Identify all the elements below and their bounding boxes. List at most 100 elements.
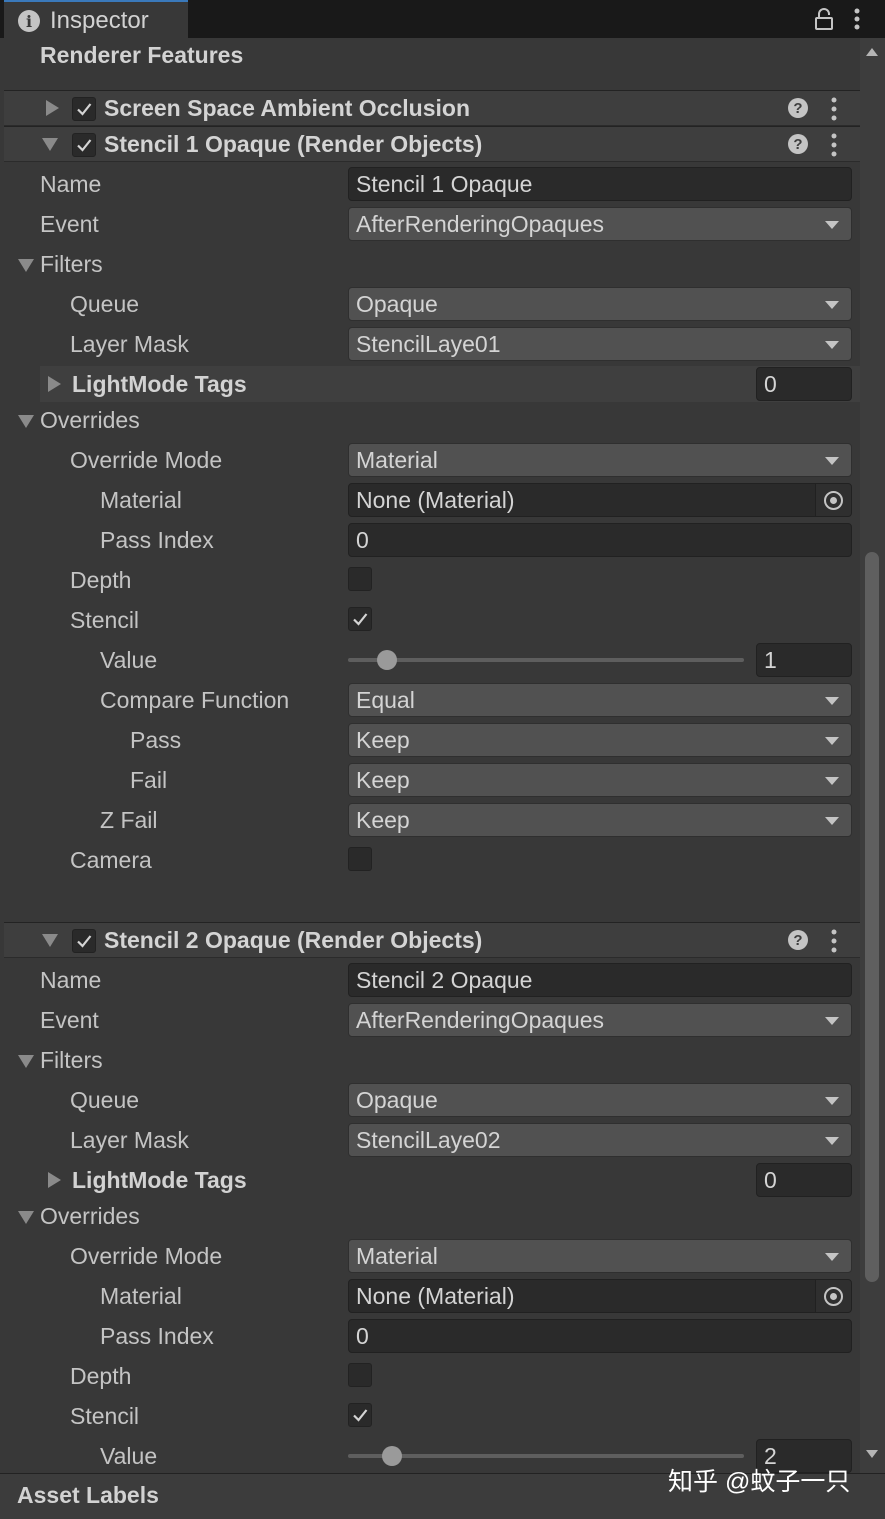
material-object-value: None (Material) [356, 1283, 515, 1310]
feature-header-stencil2[interactable]: Stencil 2 Opaque (Render Objects) ? [4, 922, 860, 958]
value-field[interactable]: 1 [756, 643, 852, 677]
pass-dropdown[interactable]: Keep [348, 723, 852, 757]
override-mode-dropdown[interactable]: Material [348, 1239, 852, 1273]
asset-labels-label: Asset Labels [17, 1482, 159, 1509]
value-slider-track[interactable] [348, 1454, 744, 1458]
filters-foldout-icon[interactable] [18, 259, 34, 272]
dropdown-arrow-icon [825, 301, 839, 309]
scrollbar-thumb[interactable] [865, 552, 879, 1282]
queue-dropdown[interactable]: Opaque [348, 287, 852, 321]
name-field[interactable]: Stencil 1 Opaque [348, 167, 852, 201]
kebab-menu-icon[interactable] [830, 929, 838, 953]
override-mode-dropdown[interactable]: Material [348, 443, 852, 477]
info-icon: i [18, 10, 40, 32]
vertical-scrollbar[interactable] [860, 38, 885, 1473]
override-mode-dropdown-value: Material [356, 447, 438, 474]
queue-label: Queue [70, 291, 139, 318]
feature-enable-checkbox[interactable] [72, 929, 96, 953]
layer-mask-dropdown[interactable]: StencilLaye01 [348, 327, 852, 361]
pass-index-label: Pass Index [100, 527, 214, 554]
depth-checkbox[interactable] [348, 1363, 372, 1387]
name-label: Name [40, 171, 101, 198]
kebab-menu-icon[interactable] [830, 133, 838, 157]
queue-dropdown[interactable]: Opaque [348, 1083, 852, 1117]
lock-icon[interactable] [814, 8, 834, 30]
lightmode-tags-label[interactable]: LightMode Tags [72, 371, 247, 398]
section-title: Renderer Features [40, 42, 243, 69]
overrides-label[interactable]: Overrides [40, 1203, 140, 1230]
kebab-menu-icon[interactable] [830, 97, 838, 121]
compare-function-label: Compare Function [100, 687, 289, 714]
layer-mask-dropdown[interactable]: StencilLaye02 [348, 1123, 852, 1157]
object-picker-icon[interactable] [815, 484, 851, 516]
material-object-field[interactable]: None (Material) [348, 483, 852, 517]
zfail-dropdown[interactable]: Keep [348, 803, 852, 837]
lightmode-tags-count-field[interactable]: 0 [756, 1163, 852, 1197]
filters-foldout-icon[interactable] [18, 1055, 34, 1068]
checkmark-icon [351, 610, 369, 628]
value-slider-track[interactable] [348, 658, 744, 662]
help-icon[interactable]: ? [788, 134, 808, 154]
overrides-foldout-icon[interactable] [18, 415, 34, 428]
foldout-triangle-icon[interactable] [42, 138, 58, 151]
stencil-checkbox[interactable] [348, 1403, 372, 1427]
compare-function-value: Equal [356, 687, 415, 714]
dropdown-arrow-icon [825, 1137, 839, 1145]
fail-dropdown[interactable]: Keep [348, 763, 852, 797]
checkmark-icon [351, 1406, 369, 1424]
value-slider-knob[interactable] [377, 650, 397, 670]
lightmode-tags-count-field[interactable]: 0 [756, 367, 852, 401]
value-slider-knob[interactable] [382, 1446, 402, 1466]
dropdown-arrow-icon [825, 221, 839, 229]
kebab-menu-icon[interactable] [852, 8, 862, 30]
foldout-triangle-icon[interactable] [48, 1172, 61, 1188]
stencil-label: Stencil [70, 1403, 139, 1430]
dropdown-arrow-icon [825, 697, 839, 705]
object-picker-icon[interactable] [815, 1280, 851, 1312]
overrides-foldout-icon[interactable] [18, 1211, 34, 1224]
event-label: Event [40, 211, 99, 238]
event-dropdown[interactable]: AfterRenderingOpaques [348, 207, 852, 241]
foldout-triangle-icon[interactable] [42, 934, 58, 947]
filters-label[interactable]: Filters [40, 1047, 103, 1074]
scroll-up-arrow-icon[interactable] [866, 48, 878, 56]
material-object-field[interactable]: None (Material) [348, 1279, 852, 1313]
feature-enable-checkbox[interactable] [72, 97, 96, 121]
feature-enable-checkbox[interactable] [72, 133, 96, 157]
pass-index-field[interactable]: 0 [348, 523, 852, 557]
event-dropdown-value: AfterRenderingOpaques [356, 211, 604, 238]
foldout-triangle-icon[interactable] [48, 376, 61, 392]
tab-inspector[interactable]: i Inspector [4, 0, 188, 40]
watermark-text: 知乎 @蚊子一只 [668, 1462, 850, 1498]
feature-header-ssao[interactable]: Screen Space Ambient Occlusion ? [4, 90, 860, 126]
scroll-down-arrow-icon[interactable] [866, 1450, 878, 1458]
name-field[interactable]: Stencil 2 Opaque [348, 963, 852, 997]
dropdown-arrow-icon [825, 457, 839, 465]
overrides-label[interactable]: Overrides [40, 407, 140, 434]
compare-function-dropdown[interactable]: Equal [348, 683, 852, 717]
depth-checkbox[interactable] [348, 567, 372, 591]
checkmark-icon [75, 932, 93, 950]
fail-dropdown-value: Keep [356, 767, 410, 794]
override-mode-dropdown-value: Material [356, 1243, 438, 1270]
lightmode-tags-label[interactable]: LightMode Tags [72, 1167, 247, 1194]
layer-mask-dropdown-value: StencilLaye02 [356, 1127, 501, 1154]
event-dropdown[interactable]: AfterRenderingOpaques [348, 1003, 852, 1037]
stencil-checkbox[interactable] [348, 607, 372, 631]
feature-header-stencil1[interactable]: Stencil 1 Opaque (Render Objects) ? [4, 126, 860, 162]
foldout-triangle-icon[interactable] [46, 100, 59, 116]
feature-title: Stencil 2 Opaque (Render Objects) [104, 927, 482, 954]
name-label: Name [40, 967, 101, 994]
pass-index-field[interactable]: 0 [348, 1319, 852, 1353]
help-icon[interactable]: ? [788, 98, 808, 118]
dropdown-arrow-icon [825, 777, 839, 785]
camera-checkbox[interactable] [348, 847, 372, 871]
dropdown-arrow-icon [825, 1097, 839, 1105]
value-label: Value [100, 647, 157, 674]
event-label: Event [40, 1007, 99, 1034]
checkmark-icon [75, 136, 93, 154]
help-icon[interactable]: ? [788, 930, 808, 950]
layer-mask-label: Layer Mask [70, 1127, 189, 1154]
filters-label[interactable]: Filters [40, 251, 103, 278]
stencil-label: Stencil [70, 607, 139, 634]
